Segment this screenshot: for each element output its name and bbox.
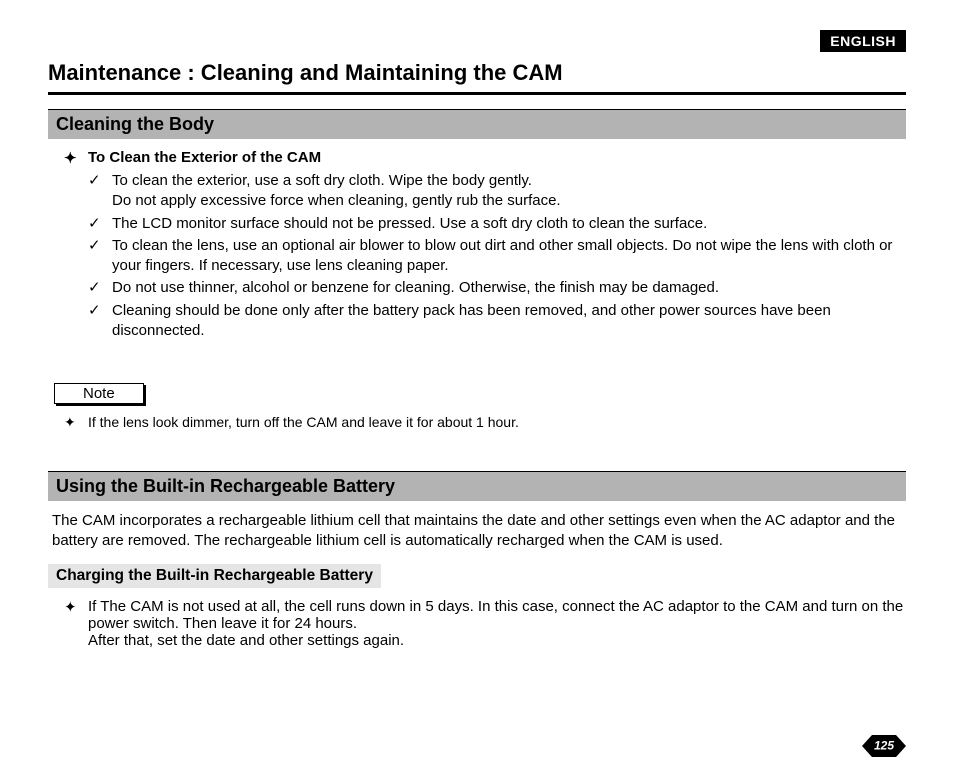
diamond-bullet-icon: ✦ bbox=[64, 149, 88, 167]
check-item: ✓ Cleaning should be done only after the… bbox=[88, 301, 906, 342]
check-text: To clean the lens, use an optional air b… bbox=[112, 236, 906, 277]
page-title: Maintenance : Cleaning and Maintaining t… bbox=[48, 60, 906, 95]
check-icon: ✓ bbox=[88, 301, 112, 342]
intro-bullet-text: To Clean the Exterior of the CAM bbox=[88, 149, 321, 167]
intro-bullet: ✦ To Clean the Exterior of the CAM bbox=[64, 149, 906, 167]
language-tag: ENGLISH bbox=[820, 30, 906, 52]
diamond-bullet-icon: ✦ bbox=[64, 414, 88, 431]
check-icon: ✓ bbox=[88, 171, 112, 212]
diamond-bullet-icon: ✦ bbox=[64, 598, 88, 649]
page-number: 125 bbox=[874, 739, 894, 753]
charging-text: If The CAM is not used at all, the cell … bbox=[88, 598, 906, 649]
charging-bullet: ✦ If The CAM is not used at all, the cel… bbox=[64, 598, 906, 649]
check-text: Cleaning should be done only after the b… bbox=[112, 301, 906, 342]
check-text: Do not use thinner, alcohol or benzene f… bbox=[112, 278, 719, 298]
note-text: If the lens look dimmer, turn off the CA… bbox=[88, 414, 519, 431]
check-item: ✓ The LCD monitor surface should not be … bbox=[88, 214, 906, 234]
battery-paragraph: The CAM incorporates a rechargeable lith… bbox=[52, 511, 906, 552]
check-icon: ✓ bbox=[88, 214, 112, 234]
subheading-charging: Charging the Built-in Rechargeable Batte… bbox=[48, 564, 381, 588]
manual-page: ENGLISH Maintenance : Cleaning and Maint… bbox=[0, 0, 954, 673]
check-text: To clean the exterior, use a soft dry cl… bbox=[112, 171, 561, 212]
check-text: The LCD monitor surface should not be pr… bbox=[112, 214, 707, 234]
page-number-badge: 125 bbox=[862, 731, 906, 761]
section-heading-cleaning: Cleaning the Body bbox=[48, 109, 906, 139]
check-list: ✓ To clean the exterior, use a soft dry … bbox=[88, 171, 906, 341]
section-heading-battery: Using the Built-in Rechargeable Battery bbox=[48, 471, 906, 501]
check-item: ✓ To clean the lens, use an optional air… bbox=[88, 236, 906, 277]
note-bullet: ✦ If the lens look dimmer, turn off the … bbox=[64, 414, 906, 431]
check-icon: ✓ bbox=[88, 236, 112, 277]
check-item: ✓ Do not use thinner, alcohol or benzene… bbox=[88, 278, 906, 298]
check-icon: ✓ bbox=[88, 278, 112, 298]
check-item: ✓ To clean the exterior, use a soft dry … bbox=[88, 171, 906, 212]
note-label-box: Note bbox=[54, 383, 144, 404]
